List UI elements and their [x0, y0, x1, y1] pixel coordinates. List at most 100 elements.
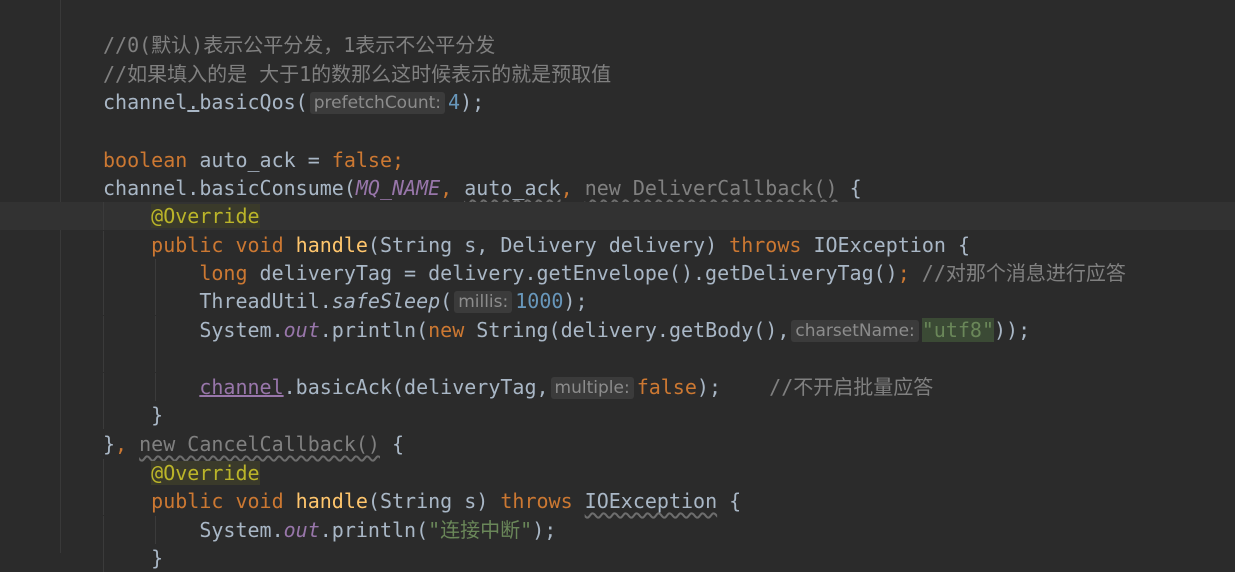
- current-code-line[interactable]: @Override: [0, 202, 1235, 230]
- code-line[interactable]: //0(默认)表示公平分发，1表示不公平分发: [0, 31, 1235, 59]
- method-call: .println(: [319, 318, 429, 342]
- anonymous-class: new DeliverCallback(): [584, 176, 838, 200]
- code-line[interactable]: System.out.println(new String(delivery.g…: [0, 316, 1235, 344]
- method-call: basicQos(: [199, 90, 308, 114]
- punctuation: );: [696, 375, 721, 399]
- method-name: handle: [295, 489, 368, 513]
- punctuation: );: [460, 90, 485, 114]
- string-literal: "连接中断": [428, 518, 533, 542]
- punctuation: {: [379, 432, 405, 456]
- indent-guide: [103, 287, 104, 315]
- code-line[interactable]: @Override: [0, 459, 1235, 487]
- code-line[interactable]: channel.basicAck(deliveryTag, multiple: fa…: [0, 373, 1235, 401]
- indent-guide: [103, 401, 104, 429]
- indent-guide: [155, 316, 156, 344]
- method-call: .basicAck(deliveryTag,: [283, 375, 549, 399]
- punctuation: ,: [115, 432, 140, 456]
- static-field: out: [283, 518, 320, 542]
- class-name: System.: [199, 318, 284, 342]
- code-line[interactable]: long deliveryTag = delivery.getEnvelope(…: [0, 259, 1235, 287]
- keyword: false: [636, 375, 697, 399]
- number-literal: 1000: [515, 289, 564, 313]
- comment: //不开启批量应答: [721, 375, 934, 399]
- indent-guide: [103, 487, 104, 515]
- indent-guide: [103, 544, 104, 572]
- closing-brace: }: [151, 546, 164, 570]
- argument: auto_ack: [464, 176, 561, 200]
- code-line[interactable]: ThreadUtil.safeSleep(millis: 1000);: [0, 287, 1235, 315]
- code-text: auto_ack =: [187, 148, 332, 172]
- code-line[interactable]: boolean auto_ack = false;: [0, 146, 1235, 174]
- comment: //如果填入的是 大于1的数那么这时候表示的就是预取值: [103, 62, 612, 86]
- keyword: throws: [500, 489, 573, 513]
- punctuation: {: [837, 176, 862, 200]
- punctuation: ;: [897, 261, 910, 285]
- keyword: public void: [151, 233, 296, 257]
- punctuation: ;: [392, 148, 405, 172]
- code-line[interactable]: public void handle(String s) throws IOEx…: [0, 487, 1235, 515]
- keyword: public void: [151, 489, 296, 513]
- code-line[interactable]: }: [0, 401, 1235, 429]
- indent-guide: [155, 516, 156, 544]
- method-name: handle: [295, 233, 368, 257]
- indent-guide: [103, 316, 104, 344]
- code-line[interactable]: channel.basicConsume(MQ_NAME, auto_ack, …: [0, 174, 1235, 202]
- code-line[interactable]: }, new CancelCallback() {: [0, 430, 1235, 458]
- method-call: .println(: [319, 518, 429, 542]
- indent-guide: [103, 373, 104, 401]
- parameter-hint: prefetchCount:: [309, 92, 446, 114]
- punctuation: );: [532, 518, 557, 542]
- keyword: throws: [729, 233, 802, 257]
- punctuation: (: [440, 289, 453, 313]
- code-line[interactable]: channel.basicQos(prefetchCount: 4);: [0, 88, 1235, 116]
- identifier: channel: [103, 90, 188, 114]
- indent-guide: [103, 459, 104, 487]
- indent-guide: [155, 373, 156, 401]
- indent-guide: [103, 344, 104, 372]
- method-call: channel.basicConsume(: [103, 176, 356, 200]
- keyword: long: [199, 261, 248, 285]
- parameter-hint: multiple:: [550, 377, 634, 399]
- indent-guide: [155, 344, 156, 372]
- code-line[interactable]: }: [0, 544, 1235, 572]
- punctuation: ,: [440, 176, 465, 200]
- indent-guide: [103, 202, 104, 230]
- parameters: (String s): [367, 489, 501, 513]
- anonymous-class: new CancelCallback(): [139, 432, 380, 456]
- blank-code-line[interactable]: [0, 344, 1235, 372]
- parameters: (String s, Delivery delivery): [367, 233, 730, 257]
- field-reference: channel: [199, 375, 284, 399]
- indent-guide: [155, 259, 156, 287]
- exception-type: IOException: [584, 489, 718, 513]
- punctuation: ));: [994, 318, 1031, 342]
- parameter-hint: millis:: [454, 291, 513, 313]
- code-editor[interactable]: //0(默认)表示公平分发，1表示不公平分发 //如果填入的是 大于1的数那么这…: [0, 0, 1235, 572]
- code-line[interactable]: System.out.println("连接中断");: [0, 516, 1235, 544]
- constant: MQ_NAME: [355, 176, 441, 200]
- member-access-dot: .: [187, 90, 200, 114]
- indent-guide: [155, 287, 156, 315]
- code-text: deliveryTag = delivery.getEnvelope().get…: [247, 261, 898, 285]
- static-method: safeSleep: [331, 289, 441, 313]
- punctuation: );: [563, 289, 588, 313]
- code-text: IOException {: [801, 233, 970, 257]
- annotation: @Override: [151, 204, 260, 228]
- code-text: String(delivery.getBody(),: [464, 318, 790, 342]
- closing-brace: }: [103, 432, 116, 456]
- comment: //对那个消息进行应答: [909, 261, 1126, 285]
- punctuation: {: [717, 489, 742, 513]
- closing-brace: }: [151, 403, 164, 427]
- class-name: System.: [199, 518, 284, 542]
- string-literal: "utf8": [921, 318, 994, 342]
- indent-guide: [103, 231, 104, 259]
- code-line[interactable]: public void handle(String s, Delivery de…: [0, 231, 1235, 259]
- keyword: false: [331, 148, 393, 172]
- indent-guide: [103, 259, 104, 287]
- code-line[interactable]: //如果填入的是 大于1的数那么这时候表示的就是预取值: [0, 60, 1235, 88]
- annotation: @Override: [151, 461, 260, 485]
- number-literal: 4: [448, 90, 461, 114]
- keyword: new: [428, 318, 465, 342]
- class-name: ThreadUtil.: [199, 289, 332, 313]
- indent-guide: [103, 516, 104, 544]
